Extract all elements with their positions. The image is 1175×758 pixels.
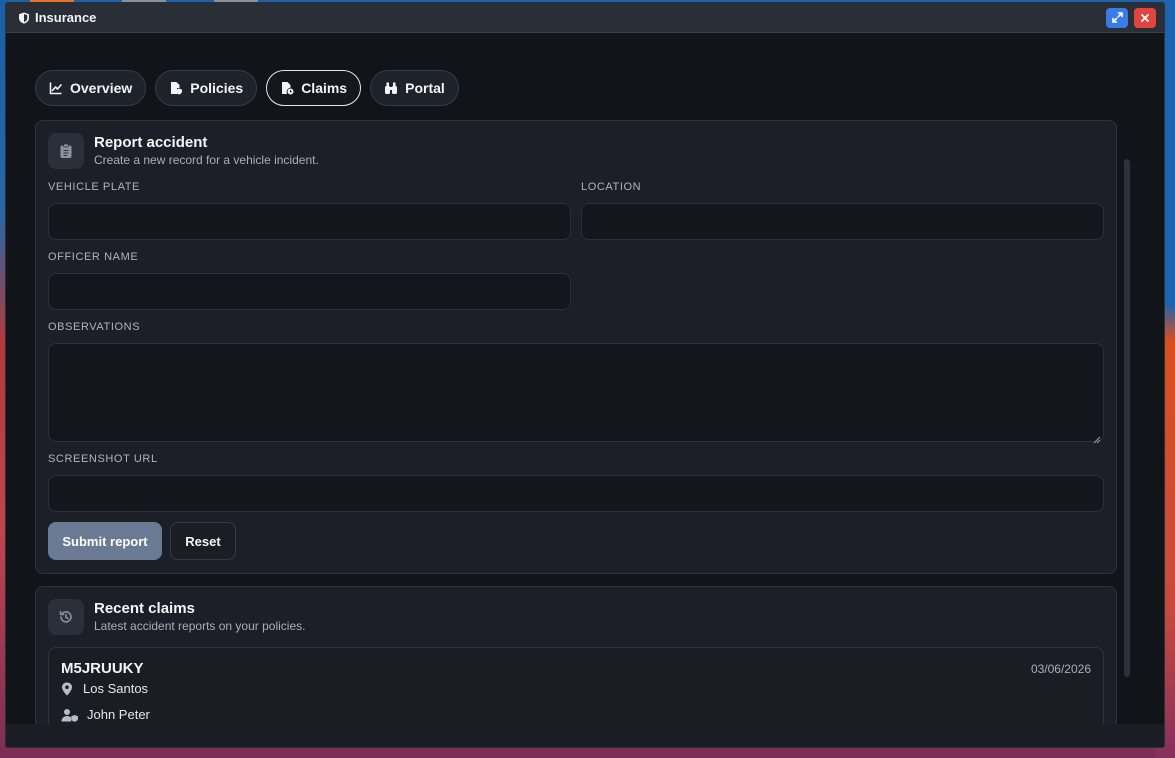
vehicle-plate-label: VEHICLE PLATE bbox=[48, 181, 140, 193]
app-window: Insurance Overview Policies Claims Porta… bbox=[5, 2, 1165, 748]
card-header: Report accident Create a new record for … bbox=[48, 133, 319, 169]
location-input[interactable] bbox=[582, 204, 1103, 239]
map-pin-icon bbox=[61, 682, 75, 696]
main-content: Overview Policies Claims Portal Report a… bbox=[6, 34, 1164, 747]
close-button[interactable] bbox=[1134, 7, 1156, 28]
observations-textarea[interactable] bbox=[49, 344, 1103, 441]
card-title: Report accident bbox=[94, 134, 208, 151]
window-footer bbox=[6, 724, 1164, 747]
chart-line-icon bbox=[49, 81, 63, 95]
close-icon bbox=[1140, 13, 1150, 23]
binoculars-icon bbox=[384, 81, 398, 95]
card-subtitle: Create a new record for a vehicle incide… bbox=[94, 153, 319, 167]
vehicle-plate-field[interactable] bbox=[48, 203, 571, 240]
observations-label: OBSERVATIONS bbox=[48, 321, 141, 333]
shield-icon bbox=[18, 12, 30, 24]
screenshot-url-field[interactable] bbox=[48, 475, 1104, 512]
card-header: Recent claims Latest accident reports on… bbox=[48, 599, 305, 635]
claim-location-row: Los Santos bbox=[61, 681, 148, 696]
claim-plate: M5JRUUKY bbox=[61, 660, 144, 677]
card-subtitle: Latest accident reports on your policies… bbox=[94, 619, 306, 633]
file-clock-icon bbox=[280, 81, 294, 95]
claim-officer-row: John Peter bbox=[61, 707, 150, 722]
titlebar[interactable]: Insurance bbox=[6, 3, 1164, 33]
expand-icon bbox=[1111, 12, 1123, 23]
user-shield-icon bbox=[61, 708, 79, 722]
officer-name-label: OFFICER NAME bbox=[48, 251, 139, 263]
expand-button[interactable] bbox=[1106, 7, 1128, 28]
report-accident-card: Report accident Create a new record for … bbox=[35, 120, 1117, 574]
tab-label: Claims bbox=[301, 80, 348, 96]
screenshot-url-input[interactable] bbox=[49, 476, 1103, 511]
claim-location: Los Santos bbox=[83, 681, 149, 696]
tab-bar: Overview Policies Claims Portal bbox=[35, 70, 459, 106]
recent-claims-card: Recent claims Latest accident reports on… bbox=[35, 586, 1117, 747]
claim-officer: John Peter bbox=[87, 707, 150, 722]
tab-claims[interactable]: Claims bbox=[266, 70, 362, 106]
history-icon bbox=[48, 599, 84, 635]
reset-button[interactable]: Reset bbox=[170, 522, 236, 560]
officer-name-input[interactable] bbox=[49, 274, 570, 309]
submit-report-button[interactable]: Submit report bbox=[48, 522, 162, 560]
scrollbar-thumb[interactable] bbox=[1124, 159, 1130, 677]
file-shield-icon bbox=[169, 81, 183, 95]
card-title: Recent claims bbox=[94, 600, 195, 617]
claim-date: 03/06/2026 bbox=[1030, 662, 1091, 676]
location-label: LOCATION bbox=[581, 181, 642, 193]
tab-overview[interactable]: Overview bbox=[35, 70, 147, 106]
tab-portal[interactable]: Portal bbox=[370, 70, 459, 106]
location-field[interactable] bbox=[581, 203, 1104, 240]
vehicle-plate-input[interactable] bbox=[49, 204, 570, 239]
observations-field[interactable] bbox=[48, 343, 1104, 444]
tab-policies[interactable]: Policies bbox=[155, 70, 258, 106]
officer-name-field[interactable] bbox=[48, 273, 571, 310]
resize-handle-icon[interactable] bbox=[1093, 431, 1101, 444]
window-title: Insurance bbox=[35, 10, 97, 25]
tab-label: Overview bbox=[70, 80, 133, 96]
clipboard-icon bbox=[48, 133, 84, 169]
screenshot-url-label: SCREENSHOT URL bbox=[48, 453, 158, 465]
tab-label: Policies bbox=[190, 80, 244, 96]
tab-label: Portal bbox=[405, 80, 445, 96]
